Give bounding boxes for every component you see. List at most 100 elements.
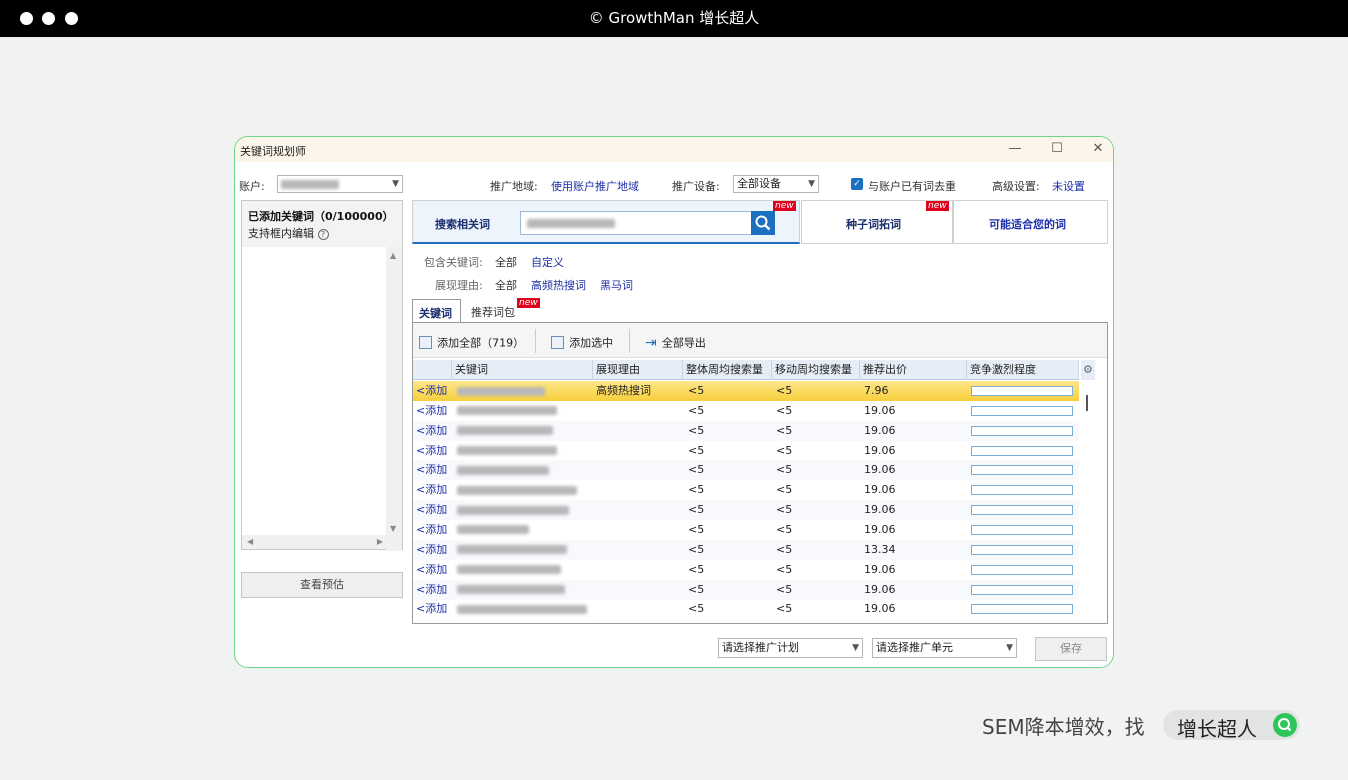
header-competition[interactable]: 竞争激烈程度 xyxy=(967,360,1079,380)
add-selected-button[interactable]: 添加选中 xyxy=(551,332,613,350)
header-suggested-bid[interactable]: 推荐出价 xyxy=(860,360,967,380)
preview-estimate-button[interactable]: 查看预估 xyxy=(241,572,403,598)
plan-select[interactable]: 请选择推广计划 ▼ xyxy=(718,638,863,658)
close-button[interactable]: ✕ xyxy=(1090,141,1106,157)
scroll-right-icon[interactable]: ▶ xyxy=(377,537,383,546)
tab-seed-label: 种子词拓词 xyxy=(846,218,901,231)
table-row[interactable]: <添加 <5 <5 13.34 xyxy=(413,539,1079,560)
grid-vertical-scrollbar[interactable] xyxy=(1081,381,1095,623)
table-row[interactable]: <添加 <5 <5 19.06 xyxy=(413,520,1079,540)
search-button[interactable] xyxy=(751,211,775,235)
subtab-packages[interactable]: 推荐词包 new xyxy=(463,298,543,322)
add-keyword-link[interactable]: <添加 xyxy=(416,421,447,441)
edit-hint-text: 支持框内编辑 xyxy=(248,227,314,240)
promo-text: SEM降本增效，找 xyxy=(982,715,1145,739)
blurred-keyword xyxy=(457,465,549,475)
table-row[interactable]: <添加 <5 <5 19.06 xyxy=(413,460,1079,481)
mobile-volume-cell: <5 xyxy=(776,443,793,457)
reason-dark-horse-link[interactable]: 黑马词 xyxy=(600,277,633,293)
suggested-bid-cell: 19.06 xyxy=(864,423,896,437)
table-row[interactable]: <添加 <5 <5 19.06 xyxy=(413,401,1079,421)
reason-hot-link[interactable]: 高频热搜词 xyxy=(531,277,586,293)
mobile-volume-cell: <5 xyxy=(776,403,793,417)
keyword-cell-blurred xyxy=(457,580,565,600)
competition-bar xyxy=(971,465,1073,476)
added-keywords-title: 已添加关键词（0/100000） xyxy=(248,210,394,223)
table-row[interactable]: <添加 <5 <5 19.06 xyxy=(413,579,1079,600)
blurred-keyword xyxy=(457,426,553,436)
account-value-blurred xyxy=(281,179,339,189)
header-mobile-volume[interactable]: 移动周均搜索量 xyxy=(772,360,860,380)
dedupe-checkbox[interactable]: ✓ xyxy=(851,178,863,190)
scroll-left-icon[interactable]: ◀ xyxy=(247,537,253,546)
added-keywords-editor[interactable] xyxy=(242,247,388,537)
unit-select[interactable]: 请选择推广单元 ▼ xyxy=(872,638,1017,658)
tab-suggest[interactable]: 可能适合您的词 xyxy=(953,200,1108,244)
header-keyword[interactable]: 关键词 xyxy=(452,360,593,380)
help-icon[interactable]: ? xyxy=(317,229,329,240)
tab-search-label: 搜索相关词 xyxy=(435,218,490,231)
add-keyword-link[interactable]: <添加 xyxy=(416,599,447,619)
search-icon xyxy=(1273,713,1297,737)
scroll-down-icon[interactable]: ▼ xyxy=(390,524,396,533)
table-row[interactable]: <添加 高频热搜词 <5 <5 7.96 xyxy=(413,381,1079,401)
table-row[interactable]: <添加 <5 <5 19.06 xyxy=(413,500,1079,521)
account-select[interactable]: ▼ xyxy=(277,175,403,193)
horizontal-scrollbar[interactable]: ◀ ▶ xyxy=(242,535,388,549)
save-button[interactable]: 保存 xyxy=(1035,637,1107,661)
subtab-keywords[interactable]: 关键词 xyxy=(412,299,461,323)
keyword-cell-blurred xyxy=(457,441,557,461)
keyword-search-input[interactable] xyxy=(520,211,752,235)
column-settings-button[interactable]: ⚙ xyxy=(1081,360,1095,380)
suggested-bid-cell: 7.96 xyxy=(864,384,889,397)
plan-select-placeholder: 请选择推广计划 xyxy=(722,641,799,654)
header-overall-volume[interactable]: 整体周均搜索量 xyxy=(683,360,772,380)
minimize-button[interactable]: — xyxy=(1007,141,1023,157)
tab-search-related[interactable]: 搜索相关词 new xyxy=(412,200,800,244)
blurred-keyword xyxy=(457,525,529,535)
overall-volume-cell: <5 xyxy=(688,483,705,497)
blurred-keyword xyxy=(457,446,557,456)
add-keyword-link[interactable]: <添加 xyxy=(416,381,447,401)
competition-bar xyxy=(971,386,1073,396)
table-row[interactable]: <添加 <5 <5 19.06 xyxy=(413,480,1079,500)
add-keyword-link[interactable]: <添加 xyxy=(416,560,447,580)
mobile-volume-cell: <5 xyxy=(776,582,793,596)
include-all-option[interactable]: 全部 xyxy=(495,254,517,270)
brand-search-pill[interactable]: 增长超人 xyxy=(1163,710,1300,741)
add-keyword-link[interactable]: <添加 xyxy=(416,401,447,421)
reason-label: 展现理由: xyxy=(435,279,483,292)
include-custom-link[interactable]: 自定义 xyxy=(531,254,564,270)
scroll-up-icon[interactable]: ▲ xyxy=(390,251,396,260)
dedupe-label: 与账户已有词去重 xyxy=(868,180,956,193)
maximize-button[interactable]: ☐ xyxy=(1049,141,1065,157)
header-reason[interactable]: 展现理由 xyxy=(593,360,683,380)
tab-seed-expand[interactable]: 种子词拓词 new xyxy=(801,200,953,244)
advanced-link[interactable]: 未设置 xyxy=(1052,178,1085,194)
add-all-button[interactable]: 添加全部（719） xyxy=(419,332,524,350)
add-keyword-link[interactable]: <添加 xyxy=(416,520,447,540)
new-badge: new xyxy=(926,201,949,211)
add-keyword-link[interactable]: <添加 xyxy=(416,441,447,461)
table-row[interactable]: <添加 <5 <5 19.06 xyxy=(413,420,1079,441)
reason-all-option[interactable]: 全部 xyxy=(495,277,517,293)
mobile-volume-cell: <5 xyxy=(776,384,793,397)
vertical-scrollbar[interactable]: ▲ ▼ xyxy=(386,247,402,551)
region-link[interactable]: 使用账户推广地域 xyxy=(551,178,639,194)
added-keywords-header: 已添加关键词（0/100000） 支持框内编辑 ? xyxy=(242,201,402,247)
reason-cell: 高频热搜词 xyxy=(596,384,651,397)
export-all-button[interactable]: ⇥ 全部导出 xyxy=(645,332,706,350)
table-row[interactable]: <添加 <5 <5 19.06 xyxy=(413,441,1079,461)
table-row[interactable]: <添加 <5 <5 19.06 xyxy=(413,599,1079,619)
table-row[interactable]: <添加 <5 <5 19.06 xyxy=(413,560,1079,580)
scroll-thumb[interactable] xyxy=(1086,395,1088,411)
top-bar: © GrowthMan 增长超人 xyxy=(0,0,1348,37)
add-keyword-link[interactable]: <添加 xyxy=(416,480,447,500)
add-keyword-link[interactable]: <添加 xyxy=(416,500,447,520)
add-keyword-link[interactable]: <添加 xyxy=(416,580,447,600)
add-keyword-link[interactable]: <添加 xyxy=(416,540,447,560)
add-keyword-link[interactable]: <添加 xyxy=(416,460,447,480)
tab-suggest-label: 可能适合您的词 xyxy=(989,218,1066,231)
blurred-keyword xyxy=(457,406,557,416)
device-select[interactable]: 全部设备 ▼ xyxy=(733,175,819,193)
